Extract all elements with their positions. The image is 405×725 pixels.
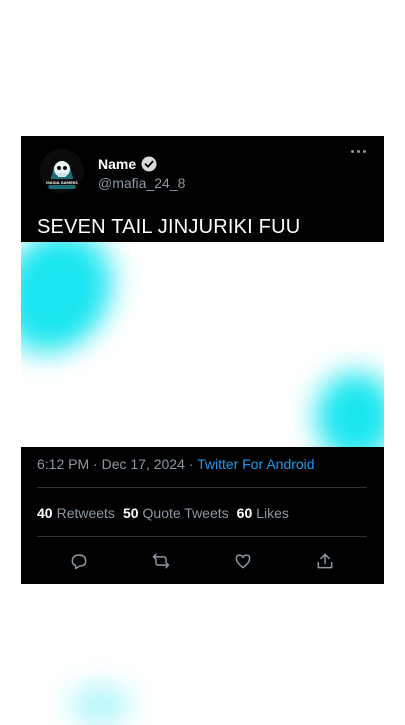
divider [37, 487, 367, 488]
tweet-time: 6:12 PM [37, 456, 90, 472]
quotes-count: 50 [122, 505, 139, 521]
meta-separator: · [93, 456, 98, 472]
avatar-caption: MAGIA GAMERS [46, 181, 78, 185]
retweet-icon [152, 553, 170, 569]
tweet-media[interactable] [21, 242, 384, 447]
cyan-glow [21, 242, 120, 352]
name-row: Name [98, 156, 157, 172]
tweet-card-header: MAGIA GAMERS Name @mafia_24_8 SEVEN TAIL… [21, 136, 384, 242]
likes-count: 60 [236, 505, 253, 521]
share-icon [317, 553, 333, 569]
tweet-stats: 40 Retweets 50 Quote Tweets 60 Likes [37, 505, 289, 521]
tweet-source-link[interactable]: Twitter For Android [197, 456, 315, 472]
reply-icon [71, 554, 87, 570]
reply-button[interactable] [67, 549, 91, 573]
quotes-stat[interactable]: 50 Quote Tweets [123, 505, 229, 521]
user-handle[interactable]: @mafia_24_8 [98, 175, 185, 191]
verified-badge-icon [141, 156, 157, 172]
retweets-count: 40 [37, 505, 53, 521]
cyan-glow [70, 685, 130, 725]
retweets-label: Retweets [56, 505, 115, 521]
likes-stat[interactable]: 60 Likes [237, 505, 289, 521]
like-button[interactable] [231, 549, 255, 573]
retweet-button[interactable] [149, 549, 173, 573]
display-name[interactable]: Name [98, 156, 136, 172]
tweet-text: SEVEN TAIL JINJURIKI FUU [37, 216, 301, 238]
share-button[interactable] [313, 549, 337, 573]
quotes-label: Quote Tweets [142, 505, 229, 521]
tweet-card-footer: 6:12 PM · Dec 17, 2024 · Twitter For And… [21, 447, 384, 584]
tweet-date: Dec 17, 2024 [101, 456, 185, 472]
more-options-icon[interactable] [351, 150, 366, 153]
tweet-actions [21, 549, 384, 573]
like-icon [235, 554, 251, 569]
avatar[interactable]: MAGIA GAMERS [40, 149, 84, 193]
meta-separator: · [188, 456, 194, 472]
retweets-stat[interactable]: 40 Retweets [37, 505, 115, 521]
skull-logo-icon: MAGIA GAMERS [46, 161, 78, 189]
likes-label: Likes [256, 505, 289, 521]
tweet-meta: 6:12 PM · Dec 17, 2024 · Twitter For And… [37, 456, 315, 472]
cyan-glow [316, 372, 384, 447]
divider [37, 536, 367, 537]
